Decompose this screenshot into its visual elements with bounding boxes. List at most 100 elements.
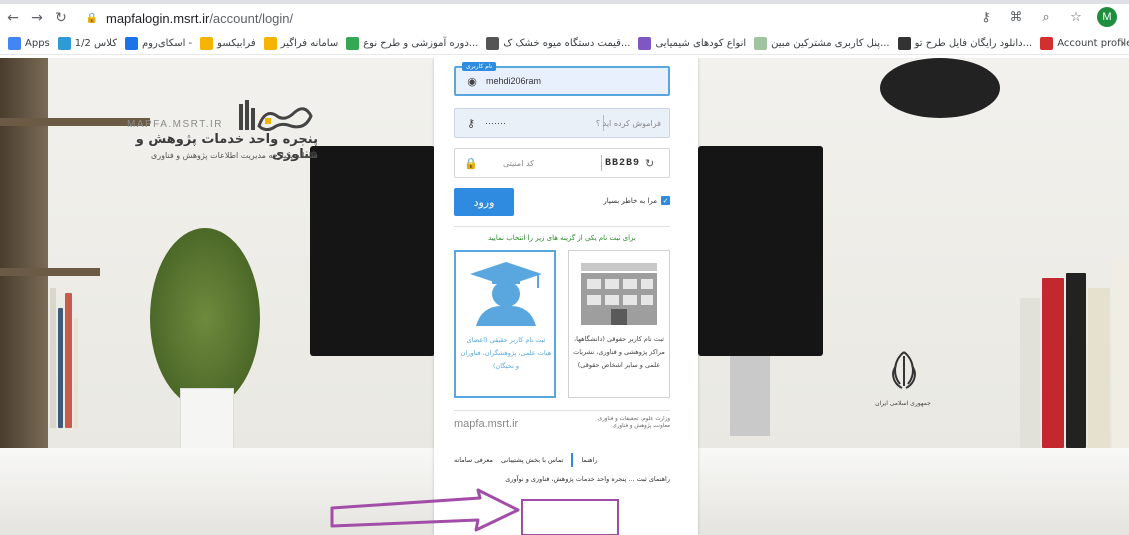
bookmark-item[interactable]: انواع کودهای شیمیایی [638, 37, 746, 50]
background-books-right [1020, 238, 1129, 448]
about-system-link[interactable]: معرفی سامانه [454, 456, 493, 464]
bookmark-item[interactable]: فرابیکسو [200, 37, 256, 50]
refresh-captcha-icon[interactable]: ↻ [645, 157, 654, 170]
bookmark-item[interactable]: اسکای‌روم - [124, 37, 193, 50]
password-value[interactable]: ······· [485, 118, 506, 128]
captcha-field[interactable]: 🔒 کد امنیتی BB2B9 ↻ [454, 148, 670, 178]
bookmark-item[interactable]: Account profile - I... [1040, 37, 1129, 50]
captcha-placeholder[interactable]: کد امنیتی [503, 159, 534, 168]
lock-icon: 🔒 [464, 156, 478, 170]
bookmark-item[interactable]: دوره آموزشی و طرح نوع... [346, 37, 478, 50]
brand-site: MAPFA.MSRT.IR [127, 119, 223, 130]
login-button[interactable]: ورود [454, 188, 514, 216]
key-icon: ⚷ [466, 116, 476, 130]
divider [454, 226, 670, 227]
translate-icon[interactable]: ⌘ [1007, 6, 1025, 28]
url-path: /account/login/ [209, 10, 294, 26]
background-monitor [310, 146, 435, 356]
bookmark-item[interactable]: قیمت دستگاه میوه خشک ک... [486, 37, 630, 50]
background-shelf [0, 268, 100, 276]
university-building-icon [581, 263, 657, 325]
bookmark-favicon-icon [8, 37, 21, 50]
footer-site[interactable]: mapfa.msrt.ir [454, 418, 518, 430]
register-legal-option[interactable]: ثبت نام کاربر حقوقی (دانشگاهها، مراکز پژ… [568, 250, 670, 398]
bookmark-label: دوره آموزشی و طرح نوع... [363, 38, 479, 49]
bookmark-favicon-icon [200, 37, 214, 50]
address-bar[interactable]: 🔒 mapfalogin.msrt.ir/account/login/ [86, 7, 1076, 29]
help-link[interactable]: راهنما [581, 456, 597, 464]
back-icon[interactable]: ← [2, 7, 24, 29]
bookmark-item[interactable]: سامانه فراگیر [263, 37, 339, 50]
username-badge: نام کاربری [462, 62, 497, 71]
bookmark-label: دانلود رایگان فایل طرح تو... [914, 38, 1033, 49]
remember-checkbox[interactable]: ✓ [661, 196, 670, 205]
bookmark-item[interactable]: کلاس 1/2 [57, 37, 117, 50]
footer-nav-separator [571, 453, 574, 467]
registration-hint: برای ثبت نام یکی از گزینه های زیر را انت… [488, 234, 636, 242]
register-natural-option[interactable]: ثبت نام کاربر حقیقی (اعضای هیات علمی، پژ… [454, 250, 556, 398]
bookmark-favicon-icon [57, 37, 71, 50]
login-card: نام کاربری ◉ mehdi206ram ⚷ ······· فرامو… [434, 58, 698, 535]
footer-nav: معرفی سامانه تماس با بخش پشتیبانی راهنما [454, 450, 670, 470]
brand-subtitle: سامانه یکپارچه مدیریت اطلاعات پژوهش و فن… [151, 151, 318, 160]
reload-icon[interactable]: ↻ [50, 7, 72, 29]
star-icon[interactable]: ☆ [1067, 6, 1085, 28]
bookmark-label: قیمت دستگاه میوه خشک ک... [503, 38, 631, 49]
username-field[interactable]: نام کاربری ◉ mehdi206ram [454, 62, 670, 96]
bookmark-label: انواع کودهای شیمیایی [655, 38, 747, 49]
key-icon[interactable]: ⚷ [977, 6, 995, 28]
background-monitor-stand [730, 356, 770, 436]
browser-chrome: ← → ↻ 🔒 mapfalogin.msrt.ir/account/login… [0, 0, 1129, 58]
background-books-left [50, 278, 78, 428]
user-icon: ◉ [467, 74, 477, 88]
bookmark-label: فرابیکسو [217, 38, 256, 49]
forgot-password-link[interactable]: فراموش کرده اید ؟ [596, 119, 661, 128]
lock-icon: 🔒 [85, 12, 99, 24]
remember-me[interactable]: ✓ مرا به خاطر بسپار [603, 196, 670, 205]
bookmark-favicon-icon [124, 37, 138, 50]
bookmark-favicon-icon [897, 37, 911, 50]
remember-label: مرا به خاطر بسپار [603, 196, 657, 205]
bookmark-favicon-icon [263, 37, 277, 50]
background-lamp [880, 58, 1000, 118]
url-host: mapfalogin.msrt.ir [106, 10, 210, 26]
bookmark-label: Apps [25, 38, 50, 49]
navigation-bar: ← → ↻ 🔒 mapfalogin.msrt.ir/account/login… [0, 4, 1129, 32]
emblem-caption: جمهوری اسلامی ایران [875, 400, 931, 407]
captcha-image: BB2B9 [605, 157, 641, 169]
bookmarks-bar: Apps کلاس 1/2 اسکای‌روم - فرابیکسو سامانه فر… [0, 33, 1129, 55]
bookmark-label: Account profile - I... [1057, 38, 1129, 49]
bookmark-label: پنل کاربری مشترکین مبین... [771, 38, 890, 49]
bookmark-item[interactable]: پنل کاربری مشترکین مبین... [754, 37, 890, 50]
bookmark-label: کلاس 1/2 [74, 38, 117, 49]
url-text[interactable]: mapfalogin.msrt.ir/account/login/ [106, 11, 293, 26]
username-value[interactable]: mehdi206ram [486, 76, 541, 86]
annotation-highlight-box [521, 499, 619, 535]
register-natural-label: ثبت نام کاربر حقیقی (اعضای هیات علمی، پژ… [460, 336, 552, 370]
bookmarks-overflow-icon[interactable]: › [1120, 36, 1125, 50]
captcha-separator [601, 155, 602, 171]
profile-avatar[interactable]: M [1097, 7, 1117, 27]
bookmark-label: اسکای‌روم - [141, 38, 193, 49]
registration-guide-link[interactable]: راهنمای ثبت ... پنجره واحد خدمات پژوهش، … [474, 474, 670, 485]
iran-emblem-icon [892, 351, 916, 389]
bookmark-favicon-icon [754, 37, 768, 50]
support-contact-link[interactable]: تماس با بخش پشتیبانی [501, 456, 563, 464]
bookmark-item[interactable]: Apps [8, 37, 50, 50]
mapfa-logo-icon [239, 100, 313, 132]
bookmark-favicon-icon [1040, 37, 1054, 50]
bookmark-favicon-icon [486, 37, 500, 50]
bookmark-favicon-icon [638, 37, 652, 50]
background-plant [150, 228, 260, 408]
login-page: MAPFA.MSRT.IR پنجره واحد خدمات پژوهش و ف… [0, 58, 1129, 535]
bookmark-item[interactable]: دانلود رایگان فایل طرح تو... [897, 37, 1033, 50]
bookmark-label: سامانه فراگیر [280, 38, 339, 49]
graduate-icon [470, 262, 542, 326]
background-monitor [698, 146, 823, 356]
zoom-icon[interactable]: ⌕ [1037, 6, 1055, 28]
forward-icon[interactable]: → [26, 7, 48, 29]
register-legal-label: ثبت نام کاربر حقوقی (دانشگاهها، مراکز پژ… [573, 335, 665, 369]
divider [454, 410, 670, 411]
toolbar-right: ⚷ ⌘ ⌕ ☆ M [977, 6, 1117, 28]
password-field[interactable]: ⚷ ······· فراموش کرده اید ؟ [454, 108, 670, 138]
